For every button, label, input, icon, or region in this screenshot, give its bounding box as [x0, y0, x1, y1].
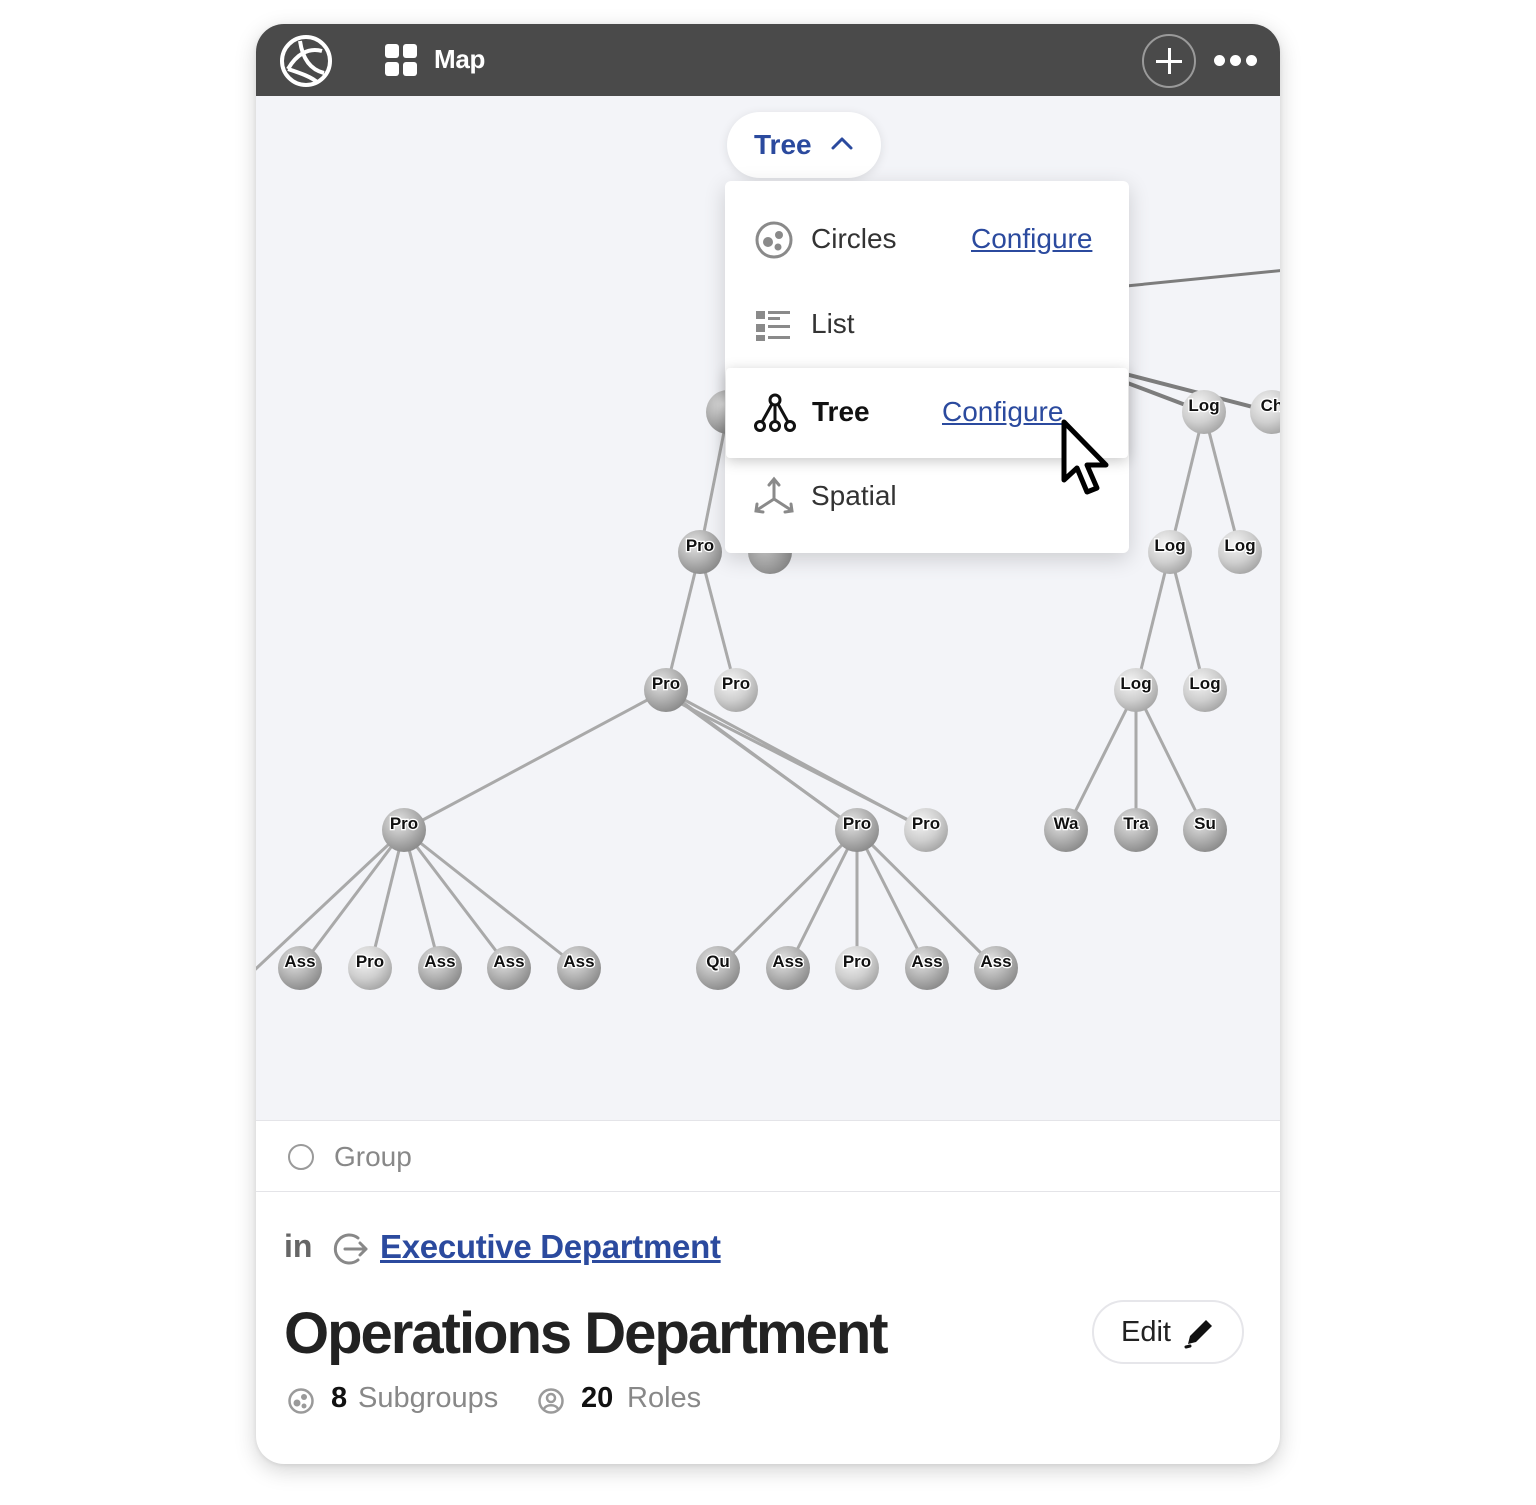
tree-node-label: Ass [911, 952, 942, 971]
logo-icon[interactable] [278, 33, 334, 89]
tree-node-label: Ch [1261, 396, 1280, 415]
circles-icon [755, 221, 793, 259]
tree-node-label: Pro [356, 952, 384, 971]
tree-node[interactable]: Ass [905, 946, 949, 990]
menu-item-circles[interactable]: Circles Configure [725, 197, 1129, 283]
tree-edge [855, 829, 929, 969]
tree-node-label: Ass [772, 952, 803, 971]
tree-node[interactable]: Ass [487, 946, 531, 990]
tree-node-label: Log [1224, 536, 1255, 555]
tree-node-label: Wa [1054, 814, 1079, 833]
tree-node-label: Pro [912, 814, 940, 833]
edit-label: Edit [1121, 1316, 1171, 1348]
top-bar: Map [256, 24, 1280, 96]
mouse-cursor-icon [1061, 419, 1109, 495]
tree-edge [786, 829, 859, 969]
menu-item-label: Circles [811, 223, 897, 254]
plus-icon[interactable] [1142, 34, 1196, 88]
view-mode-label: Tree [754, 129, 812, 160]
tree-node-label: Pro [686, 536, 714, 555]
tree-node[interactable]: Wa [1044, 808, 1088, 852]
tree-node[interactable]: Pro [382, 808, 426, 852]
tree-node[interactable]: Pro [644, 668, 688, 712]
tree-node[interactable]: Log [1148, 530, 1192, 574]
pencil-icon [1184, 1320, 1212, 1349]
tree-edge [1125, 269, 1280, 288]
tree-node-label: Log [1154, 536, 1185, 555]
tree-edge [403, 688, 667, 832]
tree-node[interactable]: Ass [557, 946, 601, 990]
tree-node[interactable]: Log [1114, 668, 1158, 712]
tree-node-label: Ass [980, 952, 1011, 971]
chevron-up-icon [831, 137, 853, 150]
tree-node[interactable]: Pro [714, 668, 758, 712]
parent-group-row: in Executive Department [256, 1224, 1280, 1272]
tree-node-label: Pro [390, 814, 418, 833]
tree-node[interactable]: Ass [766, 946, 810, 990]
tree-node[interactable]: Ass [278, 946, 322, 990]
configure-tree-link[interactable]: Configure [942, 396, 1063, 428]
view-mode-toggle[interactable]: Tree [727, 112, 881, 178]
tree-node[interactable]: Pro [835, 808, 879, 852]
tree-edge [671, 694, 856, 830]
tree-edge [1134, 689, 1207, 831]
tree-node[interactable]: Ass [418, 946, 462, 990]
tree-node-label: Pro [843, 952, 871, 971]
subgroups-icon [288, 1388, 314, 1414]
tree-node-label: Pro [722, 674, 750, 693]
tree-node[interactable]: Tra [1114, 808, 1158, 852]
tree-node-label: Ass [563, 952, 594, 971]
tree-node-label: Pro [843, 814, 871, 833]
tree-node-label: Tra [1123, 814, 1149, 833]
spatial-icon [754, 476, 794, 514]
tree-node-label: Pro [652, 674, 680, 693]
view-title[interactable]: Map [434, 44, 485, 75]
group-title: Operations Department [284, 1301, 889, 1366]
parent-group-link[interactable]: Executive Department [380, 1228, 721, 1266]
tree-node-label: Log [1188, 396, 1219, 415]
subgroups-label: Subgroups [358, 1382, 499, 1414]
tree-node[interactable]: Pro [678, 530, 722, 574]
tree-node[interactable]: Su [1183, 808, 1227, 852]
tree-node-label: Su [1194, 814, 1216, 833]
menu-item-list[interactable]: List [725, 282, 1129, 368]
menu-item-label: List [811, 308, 855, 339]
tree-node[interactable]: Pro [904, 808, 948, 852]
edit-button[interactable]: Edit [1092, 1300, 1244, 1364]
grid-icon[interactable] [384, 43, 418, 77]
tree-node[interactable]: Qu [696, 946, 740, 990]
menu-item-label: Spatial [811, 480, 897, 511]
menu-item-label: Tree [812, 396, 870, 427]
tree-icon [754, 393, 796, 432]
tree-edge [665, 694, 925, 830]
tree-node[interactable]: Log [1218, 530, 1262, 574]
roles-count: 20 [581, 1382, 614, 1414]
tree-node-label: Log [1189, 674, 1220, 693]
roles-label: Roles [627, 1382, 702, 1414]
app-window: Map Log Ch Pro Log Log Pro Pro Log Log Pro Pro P [256, 24, 1280, 1464]
group-type-row: Group [256, 1120, 1280, 1192]
tree-node[interactable]: Log [1182, 390, 1226, 434]
tree-node-label: Ass [284, 952, 315, 971]
tree-edge [1064, 689, 1138, 831]
group-type-label: Group [334, 1141, 412, 1172]
tree-node[interactable]: Log [1183, 668, 1227, 712]
tree-node[interactable]: Pro [835, 946, 879, 990]
list-icon [756, 311, 790, 341]
in-label: in [284, 1228, 313, 1264]
group-stats: 8 Subgroups 20 Roles [256, 1380, 1280, 1420]
configure-circles-link[interactable]: Configure [971, 223, 1092, 255]
tree-node-label: Qu [706, 952, 730, 971]
group-type-icon [288, 1144, 314, 1170]
tree-node-label: Ass [424, 952, 455, 971]
tree-node[interactable]: Ass [974, 946, 1018, 990]
subgroups-count: 8 [331, 1382, 348, 1414]
more-icon[interactable] [1214, 52, 1258, 70]
tree-node-label: Log [1120, 674, 1151, 693]
parent-group-icon [333, 1233, 368, 1265]
tree-node[interactable]: Ch [1250, 390, 1280, 434]
tree-node-label: Ass [493, 952, 524, 971]
roles-icon [538, 1388, 564, 1414]
tree-node[interactable]: Pro [348, 946, 392, 990]
